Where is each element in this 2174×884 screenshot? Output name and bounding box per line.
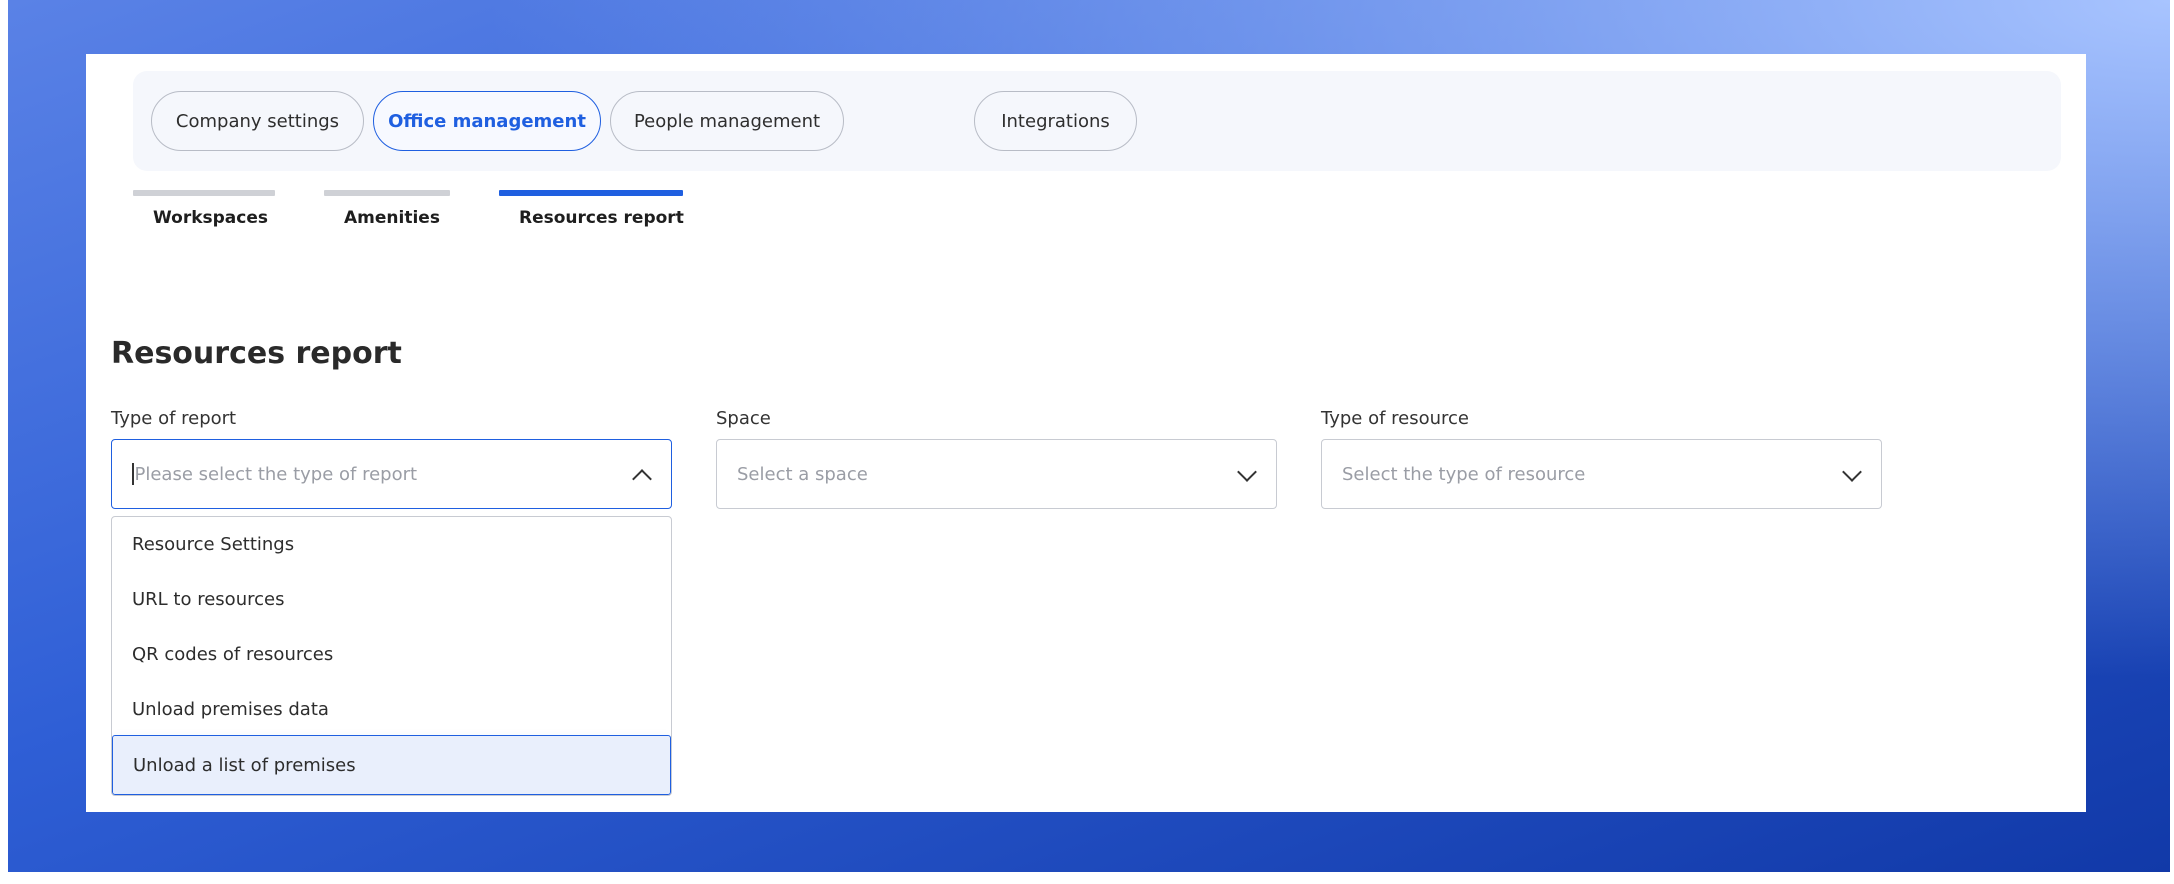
option-unload-list-of-premises[interactable]: Unload a list of premises — [112, 735, 671, 795]
pill-company-settings[interactable]: Company settings — [151, 91, 364, 151]
option-unload-premises-data[interactable]: Unload premises data — [112, 682, 671, 736]
report-type-dropdown: Resource Settings URL to resources QR co… — [111, 516, 672, 796]
option-resource-settings[interactable]: Resource Settings — [112, 517, 671, 571]
resource-type-placeholder: Select the type of resource — [1342, 463, 1586, 485]
report-type-placeholder: Please select the type of report — [134, 463, 418, 485]
resource-type-select[interactable]: Select the type of resource — [1321, 439, 1882, 509]
chevron-up-icon — [632, 469, 652, 489]
chevron-down-icon — [1237, 462, 1257, 482]
pill-office-management[interactable]: Office management — [373, 91, 601, 151]
tab-label: Amenities — [344, 208, 440, 228]
chevron-down-icon — [1842, 462, 1862, 482]
space-select[interactable]: Select a space — [716, 439, 1277, 509]
option-url-to-resources[interactable]: URL to resources — [112, 572, 671, 626]
pill-people-management[interactable]: People management — [610, 91, 844, 151]
settings-panel: Company settings Office management Peopl… — [86, 54, 2086, 812]
pill-integrations[interactable]: Integrations — [974, 91, 1137, 151]
tab-indicator — [133, 190, 275, 196]
option-qr-codes[interactable]: QR codes of resources — [112, 627, 671, 681]
tab-indicator — [324, 190, 450, 196]
tab-workspaces[interactable]: Workspaces — [133, 190, 275, 228]
tab-label: Resources report — [519, 208, 684, 228]
tab-label: Workspaces — [153, 208, 268, 228]
page-title: Resources report — [111, 336, 402, 371]
space-label: Space — [716, 408, 771, 429]
tab-indicator — [499, 190, 683, 196]
report-type-select[interactable]: Please select the type of report — [111, 439, 672, 509]
resource-type-label: Type of resource — [1321, 408, 1469, 429]
tab-amenities[interactable]: Amenities — [324, 190, 450, 228]
report-type-label: Type of report — [111, 408, 237, 429]
tab-resources-report[interactable]: Resources report — [499, 190, 684, 228]
text-cursor — [132, 463, 134, 485]
space-placeholder: Select a space — [737, 463, 868, 485]
top-navigation: Company settings Office management Peopl… — [133, 71, 2061, 171]
